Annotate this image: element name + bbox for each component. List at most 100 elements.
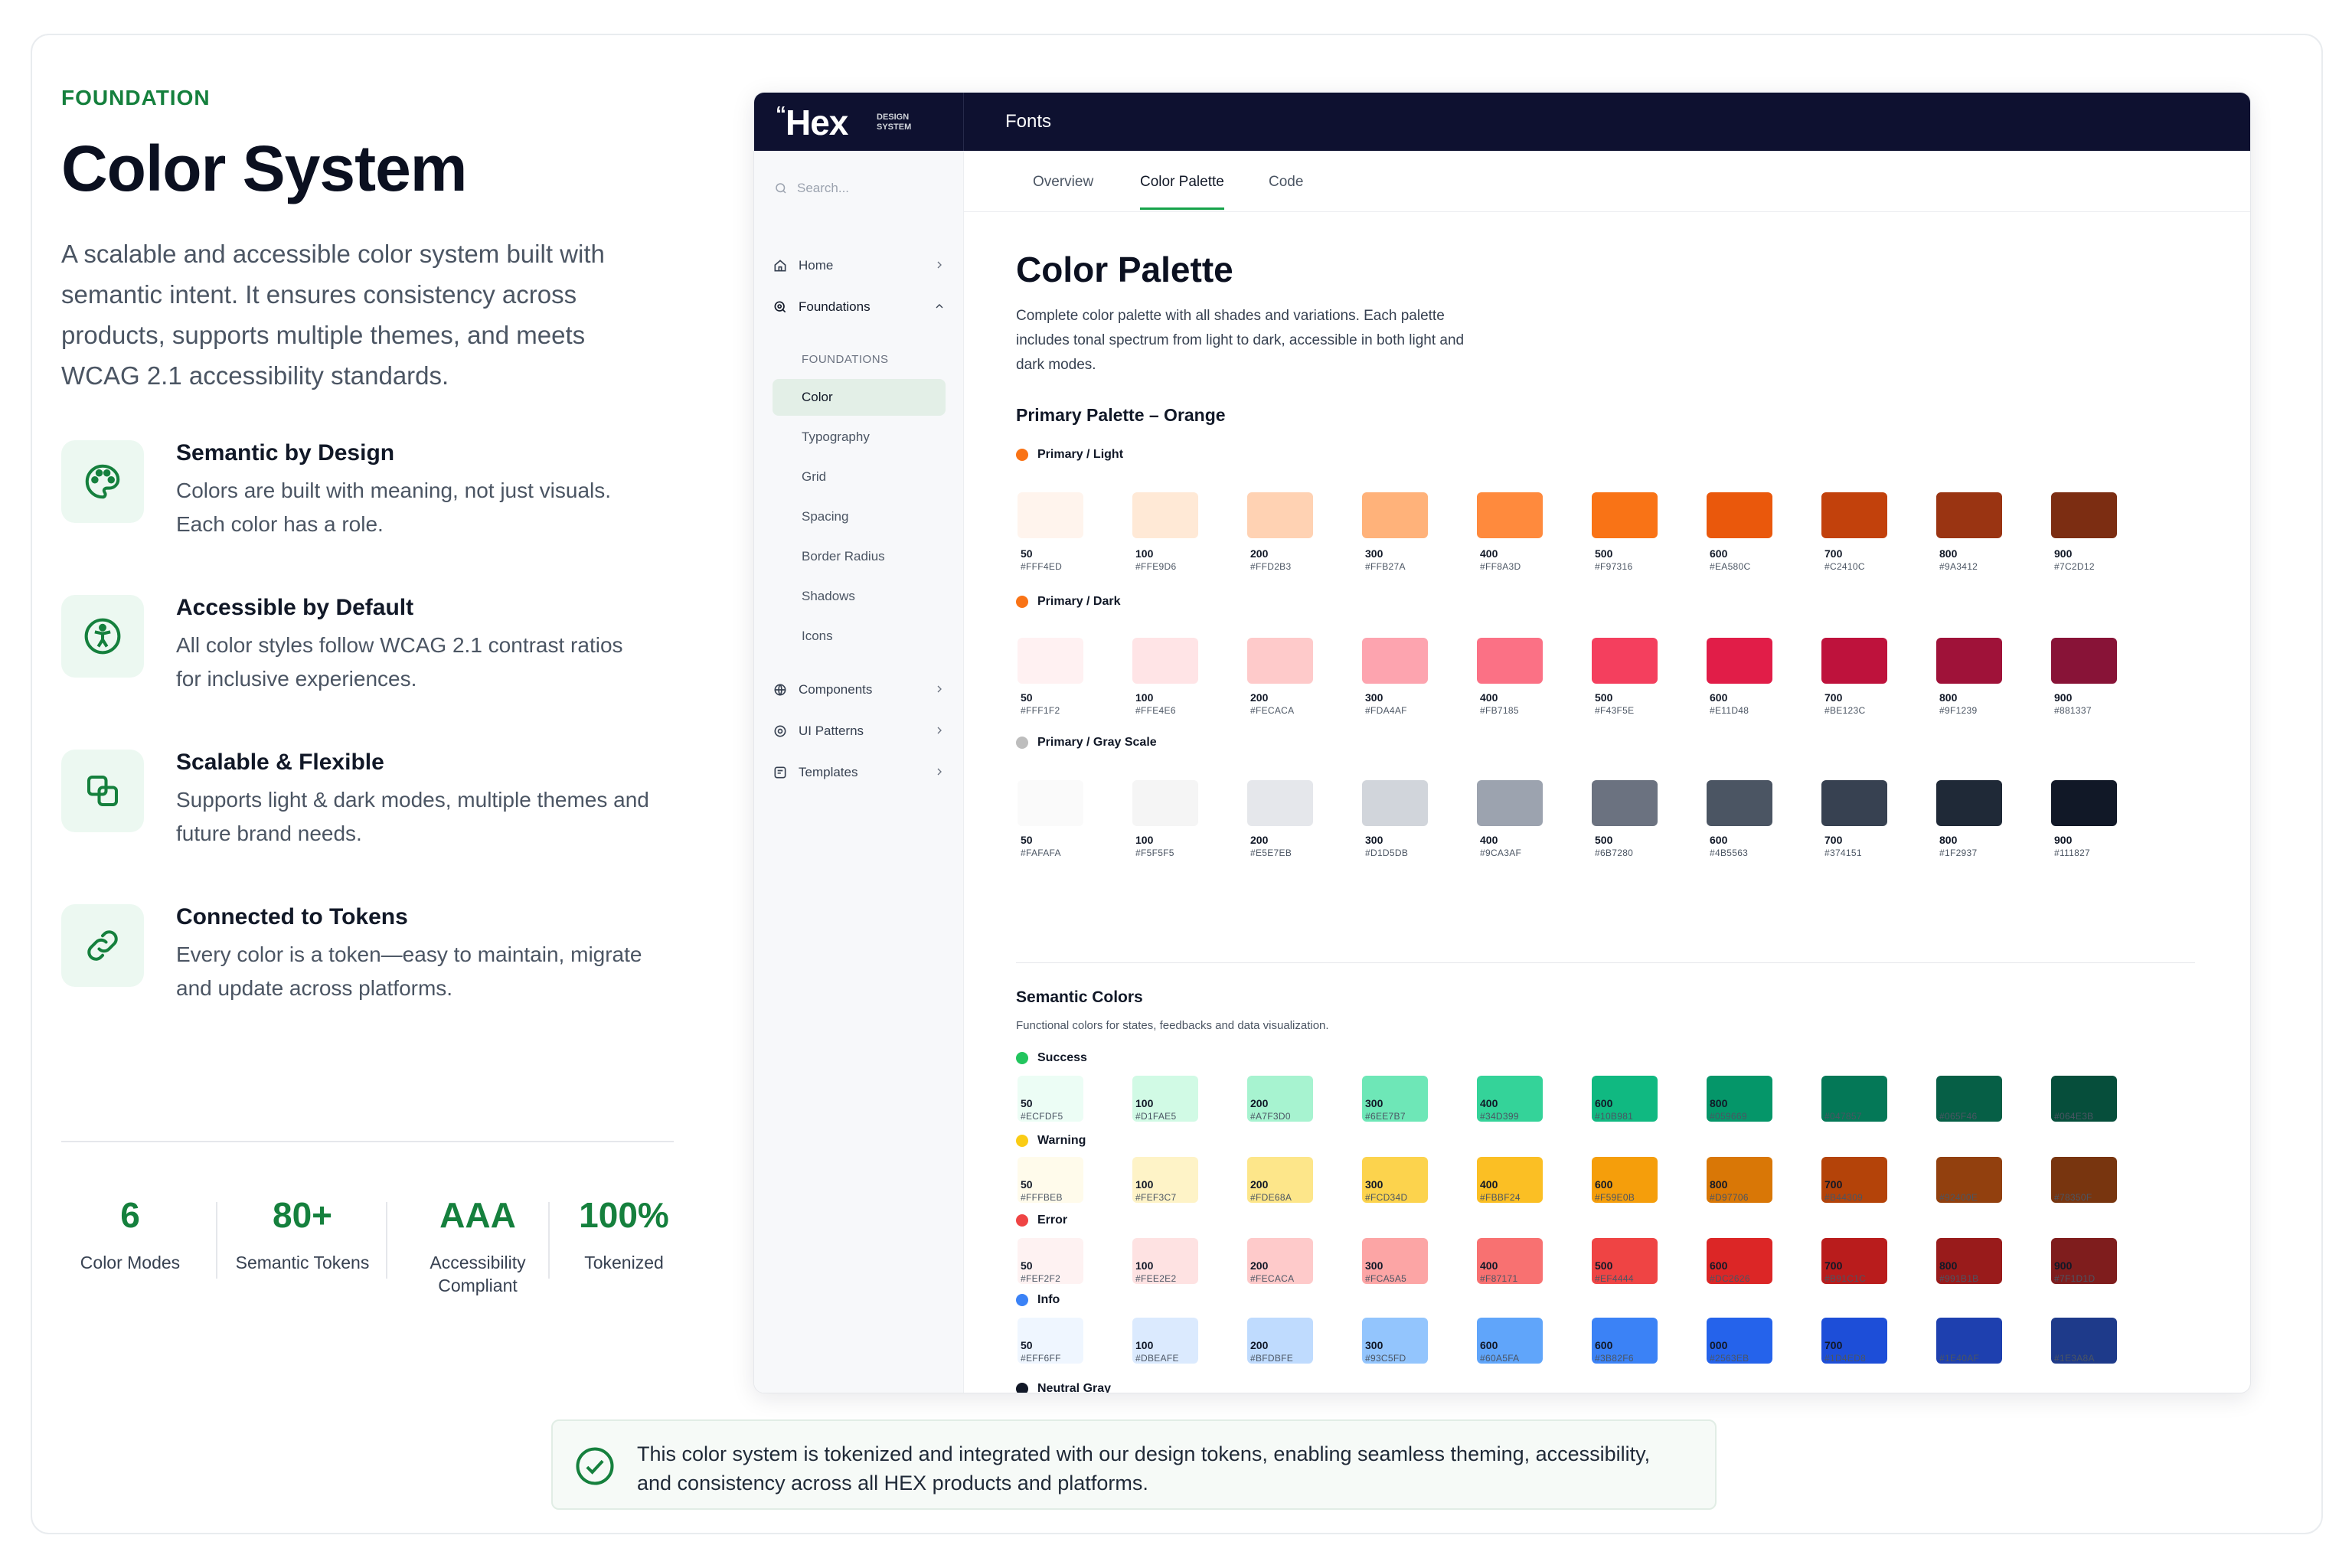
swatch-shade: 300: [1365, 547, 1383, 560]
tab-overview[interactable]: Overview: [1033, 174, 1093, 207]
swatch-shade: 100: [1135, 691, 1154, 704]
tab-color-palette[interactable]: Color Palette: [1140, 174, 1224, 210]
color-swatch[interactable]: [1707, 492, 1772, 538]
color-swatch[interactable]: [1362, 780, 1428, 826]
feature-scalable: Scalable & Flexible Supports light & dar…: [61, 750, 689, 904]
sidebar-subitem-shadows[interactable]: Shadows: [773, 578, 946, 615]
info-banner: This color system is tokenized and integ…: [551, 1419, 1717, 1510]
color-swatch[interactable]: [1477, 492, 1543, 538]
stats-row: 6 Color Modes 80+ Semantic Tokens AAA Ac…: [61, 1194, 689, 1309]
palette-row-label: Primary / Gray Scale: [1016, 736, 1157, 750]
sidebar-subitem-icons[interactable]: Icons: [773, 618, 946, 655]
swatch-shade: 100: [1135, 547, 1154, 560]
swatch-shade: 600: [1595, 1178, 1613, 1191]
swatch-shade: 100: [1135, 834, 1154, 846]
swatch-shade: 600: [1710, 691, 1728, 704]
swatch-shade: 400: [1480, 834, 1498, 846]
feature-semantic: Semantic by Design Colors are built with…: [61, 440, 689, 595]
color-swatch[interactable]: [1132, 638, 1198, 684]
swatch-shade: 800: [1939, 834, 1958, 846]
sidebar-subitem-grid[interactable]: Grid: [773, 459, 946, 495]
color-swatch[interactable]: [1592, 492, 1658, 538]
color-swatch[interactable]: [1936, 492, 2002, 538]
color-swatch[interactable]: [1707, 638, 1772, 684]
swatch-shade: 500: [1595, 547, 1613, 560]
sidebar-item-home[interactable]: Home: [773, 252, 946, 279]
swatch-hex: #FEF3C7: [1135, 1192, 1177, 1203]
ui-patterns-icon: [774, 725, 786, 737]
sidebar-item-label: Templates: [799, 765, 858, 779]
palette-row-label-text: Neutral Gray: [1037, 1382, 1112, 1393]
check-circle-icon: [576, 1447, 614, 1485]
palette-row-label-text: Success: [1037, 1051, 1087, 1064]
color-swatch[interactable]: [1821, 780, 1887, 826]
swatch-hex: #FFF4ED: [1021, 561, 1063, 572]
stat-color-modes: 6 Color Modes: [61, 1194, 199, 1274]
color-swatch[interactable]: [2051, 638, 2117, 684]
color-swatch[interactable]: [1592, 780, 1658, 826]
sidebar-item-foundations[interactable]: Foundations: [773, 293, 946, 321]
nav-group-label: FOUNDATIONS: [802, 353, 889, 366]
swatch-hex: #FECACA: [1250, 705, 1295, 716]
stat-separator: [216, 1202, 217, 1279]
sidebar-item-templates[interactable]: Templates: [773, 759, 946, 786]
color-swatch[interactable]: [1018, 638, 1083, 684]
sidebar-item-components[interactable]: Components: [773, 676, 946, 704]
color-swatch[interactable]: [1247, 492, 1313, 538]
sidebar-subitem-spacing[interactable]: Spacing: [773, 498, 946, 535]
color-swatch[interactable]: [1018, 492, 1083, 538]
color-swatch[interactable]: [1707, 780, 1772, 826]
swatch-shade: 600: [1595, 1339, 1613, 1351]
color-swatch[interactable]: [1132, 780, 1198, 826]
color-swatch[interactable]: [1247, 638, 1313, 684]
palette-row-label: Neutral Gray: [1016, 1382, 1111, 1393]
swatch-hex: #BE123C: [1824, 705, 1866, 716]
color-swatch[interactable]: [1018, 780, 1083, 826]
stat-separator: [548, 1202, 550, 1279]
sidebar-item-ui-patterns[interactable]: UI Patterns: [773, 717, 946, 745]
chevron-right-icon: [937, 727, 942, 734]
color-swatch[interactable]: [1821, 638, 1887, 684]
stat-value: 6: [120, 1195, 140, 1235]
search-field[interactable]: Search...: [774, 177, 849, 200]
color-swatch[interactable]: [1362, 492, 1428, 538]
color-swatch[interactable]: [1362, 638, 1428, 684]
feature-title: Semantic by Design: [176, 440, 395, 466]
sidebar-subitem-color[interactable]: Color: [773, 379, 946, 416]
swatch-shade: 200: [1250, 1259, 1269, 1272]
color-dot-icon: [1016, 1214, 1028, 1227]
swatch-shade: 600: [1710, 1259, 1728, 1272]
page-title: Color Palette: [1016, 250, 1233, 289]
color-swatch[interactable]: [1247, 780, 1313, 826]
tab-code[interactable]: Code: [1269, 174, 1303, 207]
top-bar: “Hex DESIGN SYSTEM Fonts: [754, 93, 2250, 151]
main-content: Overview Color Palette Code Color Palett…: [964, 151, 2250, 1393]
feature-tokens: Connected to Tokens Every color is a tok…: [61, 904, 689, 1059]
swatch-hex: #FFF1F2: [1021, 705, 1060, 716]
sidebar-subitem-border-radius[interactable]: Border Radius: [773, 538, 946, 575]
swatch-hex: #92400E: [1939, 1192, 1978, 1203]
color-swatch[interactable]: [1592, 638, 1658, 684]
color-dot-icon: [1016, 1383, 1028, 1393]
color-swatch[interactable]: [1477, 638, 1543, 684]
intro-section: FOUNDATION Color System A scalable and a…: [61, 86, 689, 1059]
swatch-shade: 800: [1939, 691, 1958, 704]
swatch-shade: 800: [1939, 547, 1958, 560]
color-swatch[interactable]: [2051, 780, 2117, 826]
color-swatch[interactable]: [1936, 780, 2002, 826]
search-placeholder: Search...: [797, 181, 850, 195]
swatch-hex: #34D399: [1480, 1111, 1519, 1122]
page-description: Complete color palette with all shades a…: [1016, 308, 1465, 373]
color-swatch[interactable]: [1936, 638, 2002, 684]
color-swatch[interactable]: [2051, 492, 2117, 538]
color-swatch[interactable]: [1477, 780, 1543, 826]
color-swatch[interactable]: [1132, 492, 1198, 538]
sidebar-subitem-typography[interactable]: Typography: [773, 419, 946, 456]
swatch-hex: #B91C1C: [1824, 1273, 1867, 1284]
color-swatch[interactable]: [1821, 492, 1887, 538]
stat-separator: [386, 1202, 387, 1279]
palette-row-label-text: Primary / Gray Scale: [1037, 736, 1157, 749]
foundations-icon: [774, 301, 786, 313]
primary-palette-title: Primary Palette – Orange: [1016, 405, 1226, 425]
logo[interactable]: “Hex DESIGN SYSTEM: [754, 93, 964, 151]
